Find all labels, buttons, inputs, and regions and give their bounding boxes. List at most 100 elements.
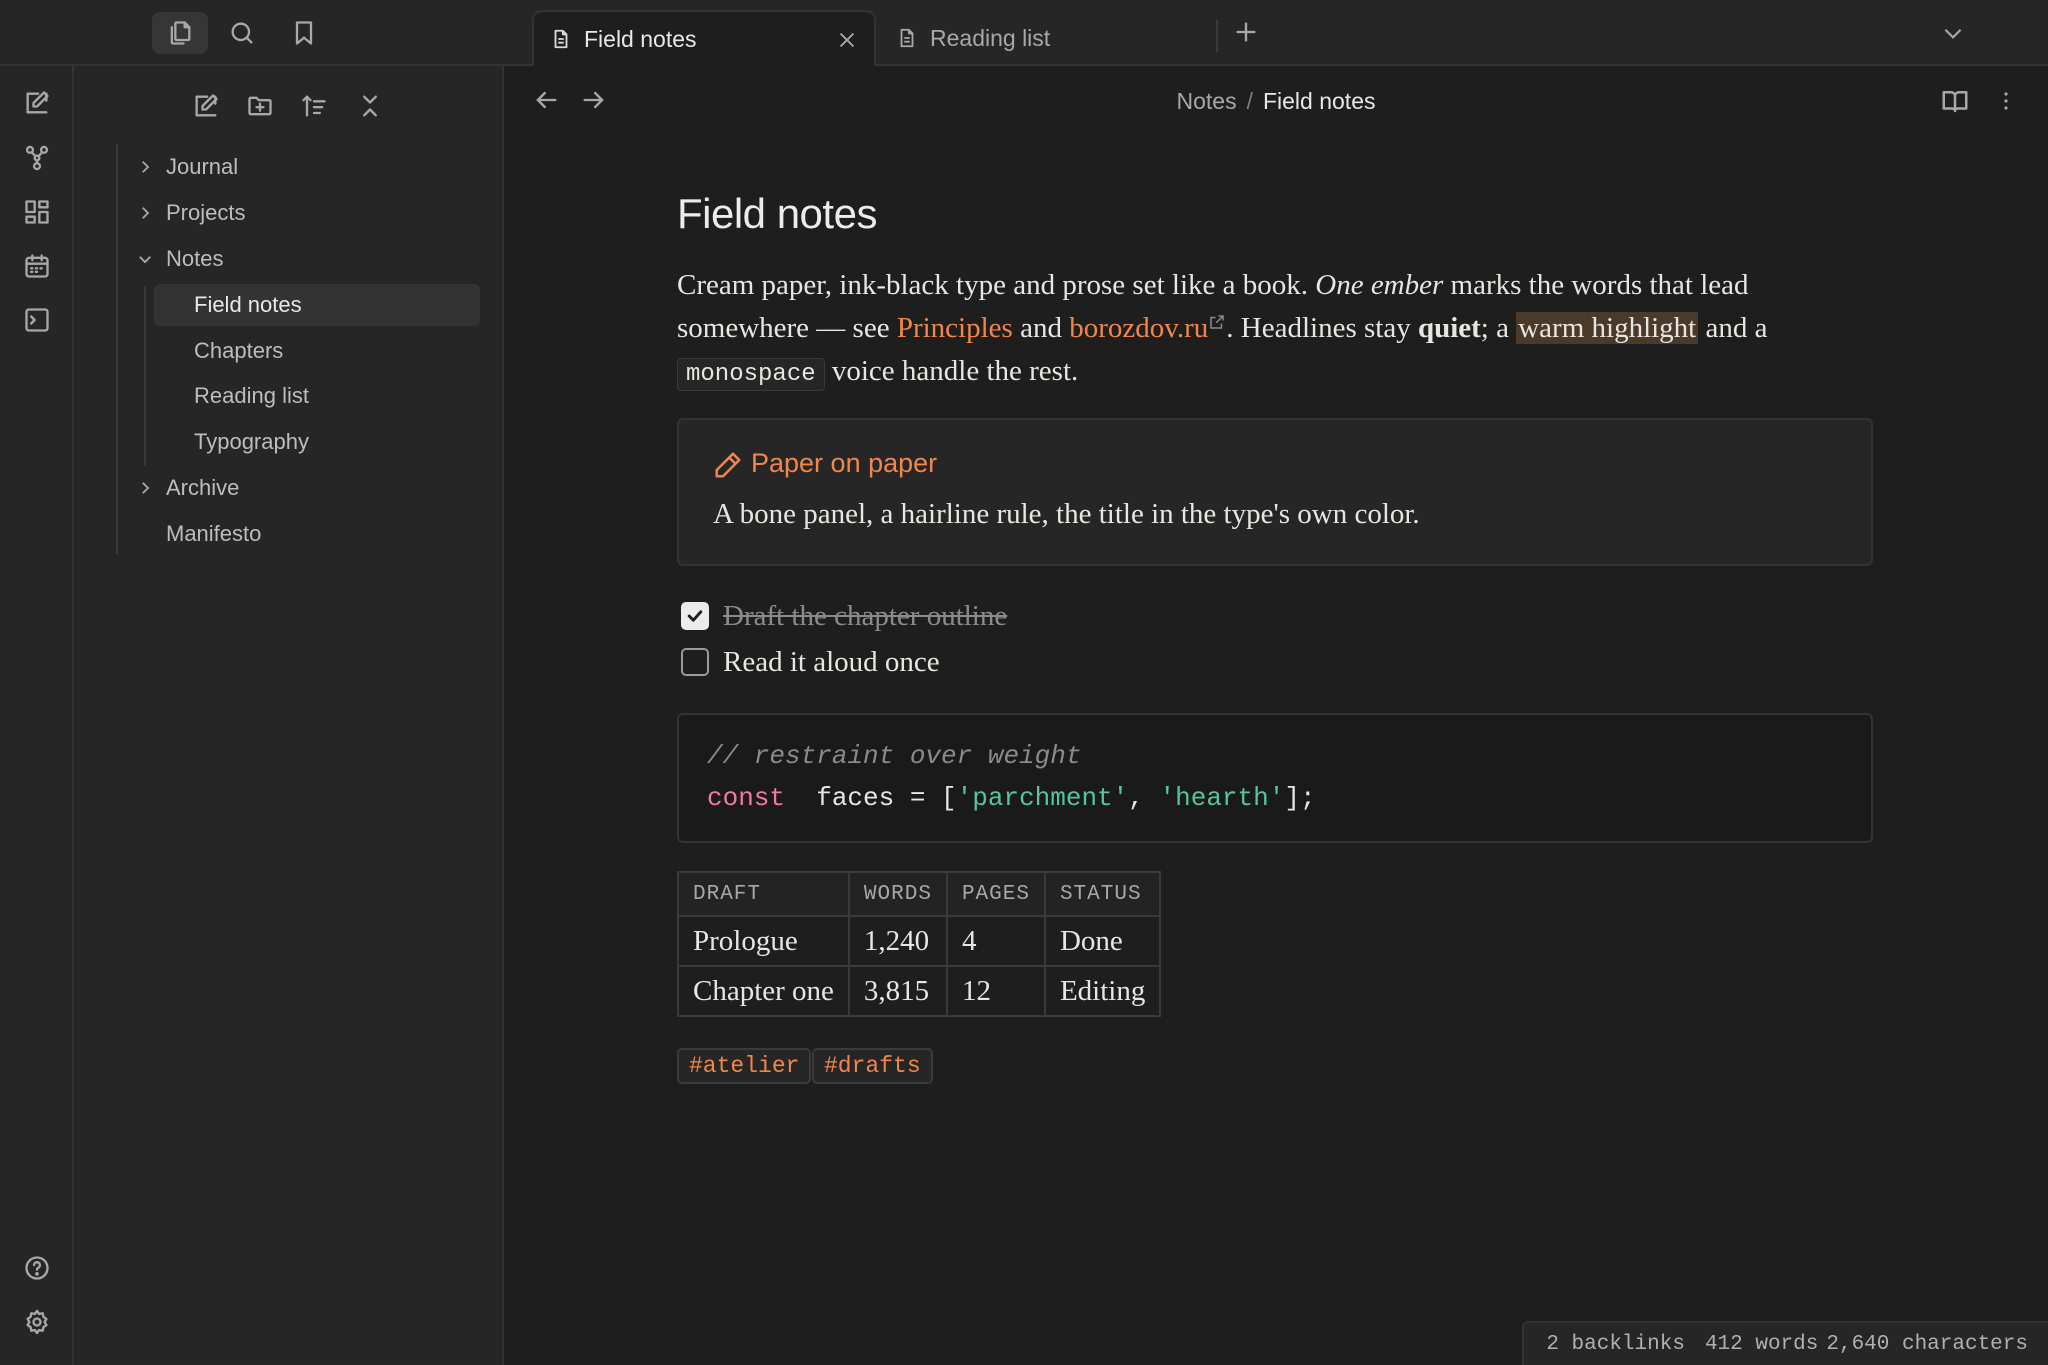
- para-text: Cream paper, ink-black type and prose se…: [677, 269, 1316, 301]
- new-note-icon: [195, 94, 218, 117]
- code-line: const faces = ['parchment', 'hearth'];: [707, 783, 1316, 813]
- tree-folder-archive[interactable]: Archive: [126, 467, 482, 509]
- tree-item-label: Typography: [194, 429, 309, 454]
- terminal-icon: [25, 308, 49, 332]
- tree-file-chapters[interactable]: Chapters: [154, 330, 480, 372]
- collapse-all-button[interactable]: [350, 86, 390, 126]
- book-open-icon: [1942, 91, 1968, 113]
- more-options-button[interactable]: [1994, 86, 2018, 116]
- chevron-right-icon: [142, 207, 150, 219]
- external-link-label: borozdov.ru: [1069, 312, 1209, 344]
- tree-folder-notes[interactable]: Notes: [126, 238, 482, 280]
- tree-item-label: Projects: [166, 200, 246, 225]
- search-tab-button[interactable]: [214, 12, 270, 54]
- graph-view-button[interactable]: [21, 142, 53, 174]
- tab-label: Reading list: [930, 24, 1051, 51]
- new-note-button[interactable]: [186, 86, 226, 126]
- more-vertical-icon: [2004, 92, 2008, 110]
- inline-code: monospace: [677, 358, 825, 391]
- data-table: DRAFT WORDS PAGES STATUS Prologue 1,240 …: [677, 871, 1162, 1017]
- table-cell: Done: [1043, 915, 1162, 967]
- tab-divider: [1216, 20, 1218, 52]
- tree-item-label: Archive: [166, 475, 240, 500]
- table-cell: Chapter one: [677, 965, 850, 1017]
- sidebar-header: [0, 0, 530, 66]
- chevron-down-icon: [139, 256, 151, 264]
- tree-file-manifesto[interactable]: Manifesto: [126, 513, 482, 555]
- code-comment: // restraint over weight: [707, 741, 1082, 771]
- tree-guide-nested: [144, 286, 146, 466]
- command-palette-button[interactable]: [21, 304, 53, 336]
- tab-list-button[interactable]: [1940, 20, 1966, 46]
- page-title: Field notes: [677, 190, 877, 237]
- code-keyword: const: [707, 783, 786, 813]
- breadcrumb-parent[interactable]: Notes: [1177, 88, 1237, 114]
- character-count: 2,640 characters: [1826, 1332, 2028, 1356]
- document-icon: [900, 28, 914, 48]
- task-item: Read it aloud once: [681, 644, 940, 680]
- ribbon: [0, 66, 74, 1365]
- pencil-icon: [715, 452, 741, 478]
- task-checkbox[interactable]: [681, 648, 709, 676]
- table-cell: 3,815: [847, 965, 948, 1017]
- edit-icon: [26, 91, 49, 114]
- code-punct: ,: [1128, 783, 1160, 813]
- files-tab-button[interactable]: [152, 12, 208, 54]
- chevron-down-icon: [1944, 28, 1962, 39]
- daily-note-button[interactable]: [21, 250, 53, 282]
- new-note-ribbon-button[interactable]: [21, 87, 53, 119]
- code-block: // restraint over weight const faces = […: [677, 713, 1873, 843]
- canvas-button[interactable]: [21, 196, 53, 228]
- tree-file-typography[interactable]: Typography: [154, 421, 480, 463]
- tag-atelier[interactable]: #atelier: [677, 1048, 812, 1084]
- tree-item-label: Notes: [166, 246, 224, 271]
- para-emphasis: One ember: [1315, 269, 1444, 301]
- callout-body: A bone panel, a hairline rule, the title…: [713, 498, 1420, 530]
- backlinks-count[interactable]: 2 backlinks: [1546, 1333, 1685, 1356]
- callout-title: Paper on paper: [751, 448, 938, 478]
- code-ident: faces = [: [800, 783, 957, 813]
- tag-drafts[interactable]: #drafts: [812, 1048, 933, 1084]
- tab-field-notes[interactable]: Field notes: [532, 10, 876, 66]
- chevron-right-icon: [142, 161, 150, 173]
- view-header: Notes / Field notes: [504, 66, 2048, 136]
- para-strong: quiet: [1417, 312, 1481, 344]
- table-row: Chapter one 3,815 12 Editing: [677, 965, 1162, 1017]
- table-cell: Prologue: [677, 915, 850, 967]
- tree-folder-journal[interactable]: Journal: [126, 146, 482, 188]
- reading-view-button[interactable]: [1940, 86, 1970, 116]
- para-text: . Headlines stay: [1226, 312, 1418, 344]
- bookmarks-tab-button[interactable]: [276, 12, 332, 54]
- external-link[interactable]: borozdov.ru: [1069, 312, 1226, 344]
- task-checkbox[interactable]: [681, 602, 709, 630]
- tree-file-field-notes[interactable]: Field notes: [154, 284, 480, 326]
- table-cell: 1,240: [847, 915, 948, 967]
- graph-icon: [25, 145, 49, 171]
- breadcrumb-current[interactable]: Field notes: [1263, 88, 1376, 114]
- settings-button[interactable]: [21, 1306, 53, 1338]
- table-cell: 4: [945, 915, 1046, 967]
- tree-file-reading-list[interactable]: Reading list: [154, 375, 480, 417]
- callout: Paper on paper A bone panel, a hairline …: [677, 418, 1873, 566]
- calendar-icon: [25, 254, 49, 278]
- new-tab-button[interactable]: [1232, 18, 1260, 46]
- help-button[interactable]: [21, 1252, 53, 1284]
- tree-guide: [116, 144, 118, 554]
- code-punct: ];: [1284, 783, 1316, 813]
- search-icon: [231, 22, 253, 44]
- close-icon[interactable]: [836, 29, 858, 51]
- sort-button[interactable]: [294, 86, 334, 126]
- breadcrumb-separator: /: [1246, 88, 1253, 114]
- tree-folder-projects[interactable]: Projects: [126, 192, 482, 234]
- internal-link-principles[interactable]: Principles: [897, 312, 1013, 344]
- tab-reading-list[interactable]: Reading list: [880, 10, 1210, 66]
- task-label: Read it aloud once: [723, 645, 940, 678]
- para-text: voice handle the rest.: [824, 355, 1079, 387]
- table-cell: Editing: [1043, 965, 1162, 1017]
- code-string: 'hearth': [1159, 783, 1285, 813]
- new-folder-button[interactable]: [240, 86, 280, 126]
- tree-item-label: Reading list: [194, 383, 309, 408]
- plus-icon: [1236, 22, 1256, 42]
- check-icon: [687, 610, 703, 622]
- table-cell: 12: [945, 965, 1046, 1017]
